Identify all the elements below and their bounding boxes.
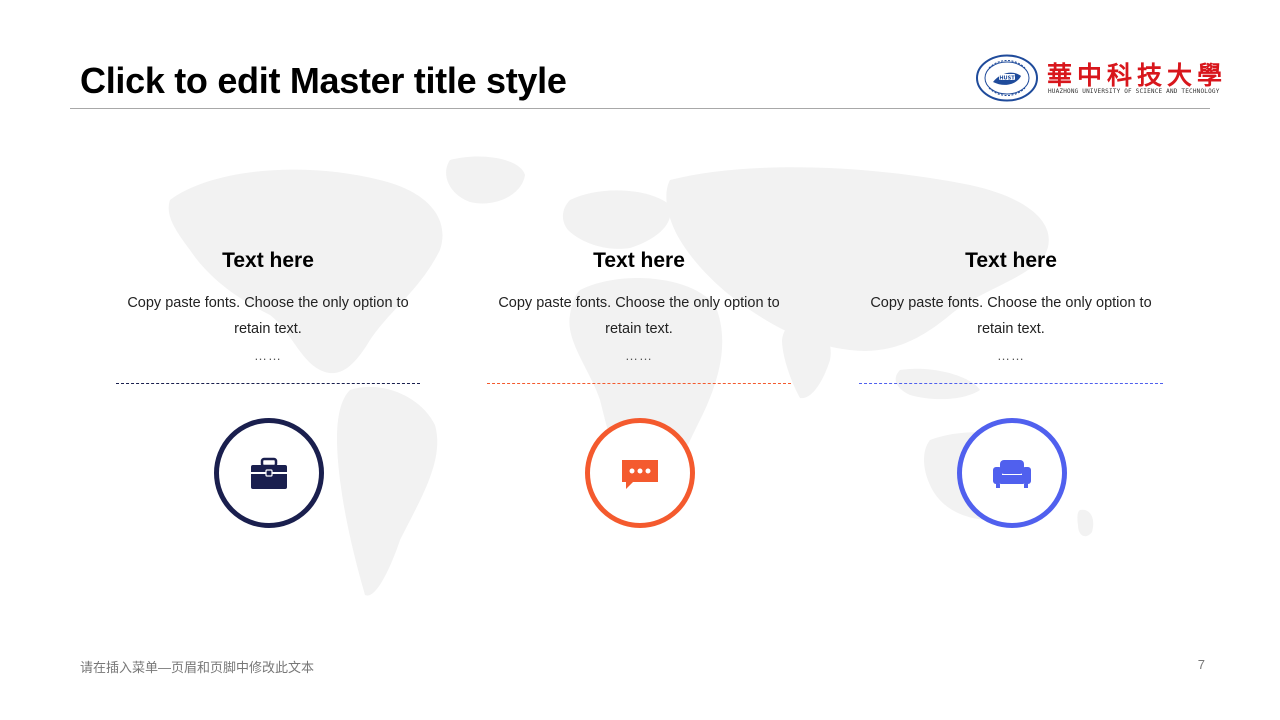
slide-title[interactable]: Click to edit Master title style xyxy=(80,60,567,102)
column-heading[interactable]: Text here xyxy=(851,249,1171,273)
title-divider xyxy=(70,108,1210,109)
feature-column-1: Text here Copy paste fonts. Choose the o… xyxy=(108,245,428,545)
icon-circle[interactable] xyxy=(585,418,695,528)
dashed-divider xyxy=(487,383,791,384)
feature-column-3: Text here Copy paste fonts. Choose the o… xyxy=(851,245,1171,545)
footer-text[interactable]: 请在插入菜单—页眉和页脚中修改此文本 xyxy=(80,657,314,676)
university-name-chinese: 華中科技大學 xyxy=(1047,61,1228,90)
university-name-english: HUAZHONG UNIVERSITY OF SCIENCE AND TECHN… xyxy=(1048,88,1220,95)
page-number: 7 xyxy=(1197,657,1205,672)
icon-circle[interactable] xyxy=(214,418,324,528)
column-body-text[interactable]: Copy paste fonts. Choose the only option… xyxy=(851,290,1171,342)
column-heading[interactable]: Text here xyxy=(479,249,799,273)
feature-column-2: Text here Copy paste fonts. Choose the o… xyxy=(479,245,799,545)
column-ellipsis: …… xyxy=(997,348,1025,363)
dashed-divider xyxy=(859,383,1163,384)
icon-circle[interactable] xyxy=(957,418,1067,528)
column-ellipsis: …… xyxy=(625,348,653,363)
column-heading[interactable]: Text here xyxy=(108,249,428,273)
slide: Click to edit Master title style HUST 華中… xyxy=(0,0,1280,720)
column-body-text[interactable]: Copy paste fonts. Choose the only option… xyxy=(479,290,799,342)
dashed-divider xyxy=(116,383,420,384)
sofa-icon xyxy=(993,460,1031,488)
column-body-text[interactable]: Copy paste fonts. Choose the only option… xyxy=(108,290,428,342)
university-logo: HUST 華中科技大學 HUAZHONG UNIVERSITY OF SCIEN… xyxy=(975,54,1222,104)
column-ellipsis: …… xyxy=(254,348,282,363)
briefcase-icon xyxy=(251,457,287,489)
seal-text: HUST xyxy=(999,76,1015,82)
university-seal-icon: HUST xyxy=(976,54,1038,102)
chat-bubble-icon xyxy=(622,460,658,489)
